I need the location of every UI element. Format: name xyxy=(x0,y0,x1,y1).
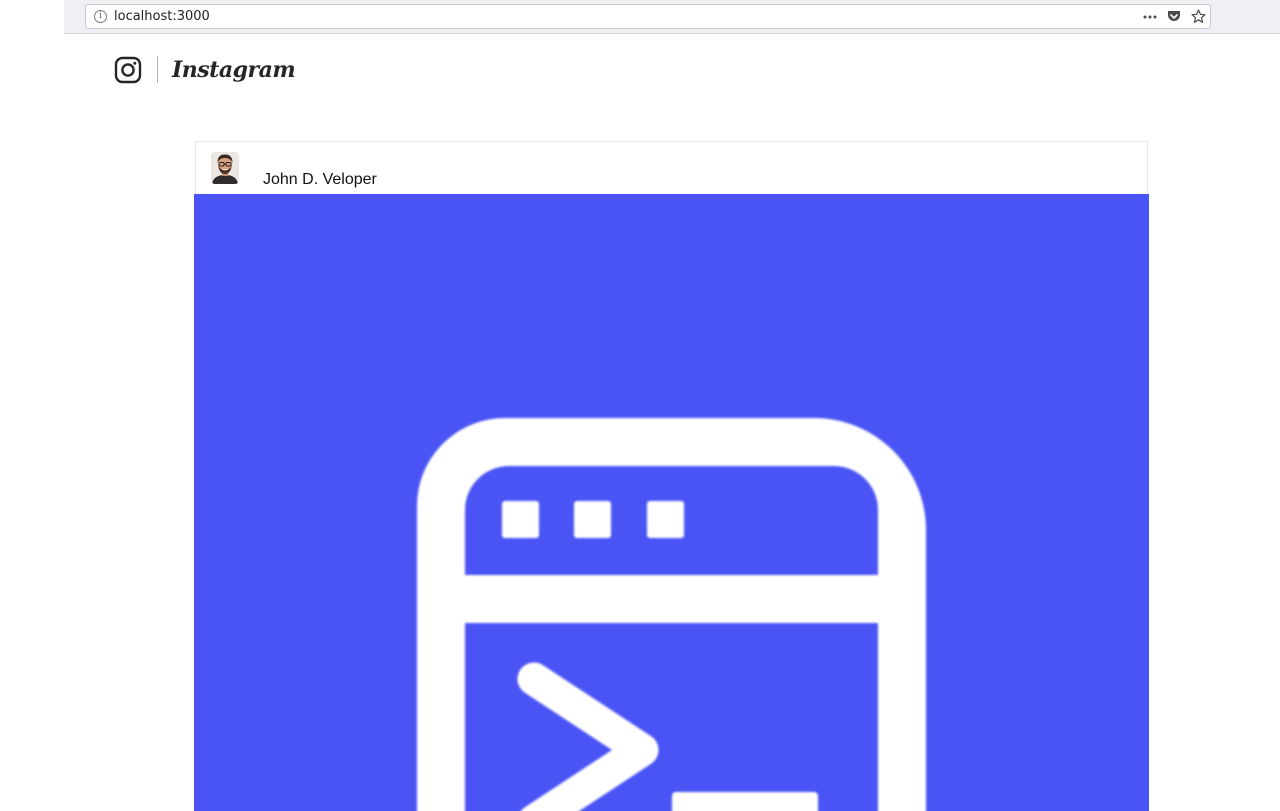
instagram-camera-icon[interactable] xyxy=(114,56,142,84)
instagram-wordmark[interactable]: Instagram xyxy=(172,55,296,85)
more-dots-icon[interactable] xyxy=(1138,5,1162,28)
avatar-portrait-icon xyxy=(211,152,239,184)
user-avatar[interactable] xyxy=(211,152,239,184)
bookmark-star-icon[interactable] xyxy=(1186,5,1210,28)
url-text[interactable]: localhost:3000 xyxy=(114,8,210,25)
toolbar-left-strip xyxy=(0,0,64,34)
pocket-icon[interactable] xyxy=(1162,5,1186,28)
post-username[interactable]: John D. Veloper xyxy=(263,170,377,189)
address-bar[interactable]: i localhost:3000 xyxy=(85,4,1211,29)
info-icon[interactable]: i xyxy=(94,10,107,23)
browser-toolbar: i localhost:3000 xyxy=(0,0,1280,34)
post-card: John D. Veloper xyxy=(194,141,1149,811)
header-divider xyxy=(157,56,158,83)
address-bar-actions xyxy=(1138,5,1210,28)
post-header: John D. Veloper xyxy=(195,141,1148,194)
post-image[interactable] xyxy=(194,194,1149,811)
terminal-window-icon xyxy=(417,418,926,811)
